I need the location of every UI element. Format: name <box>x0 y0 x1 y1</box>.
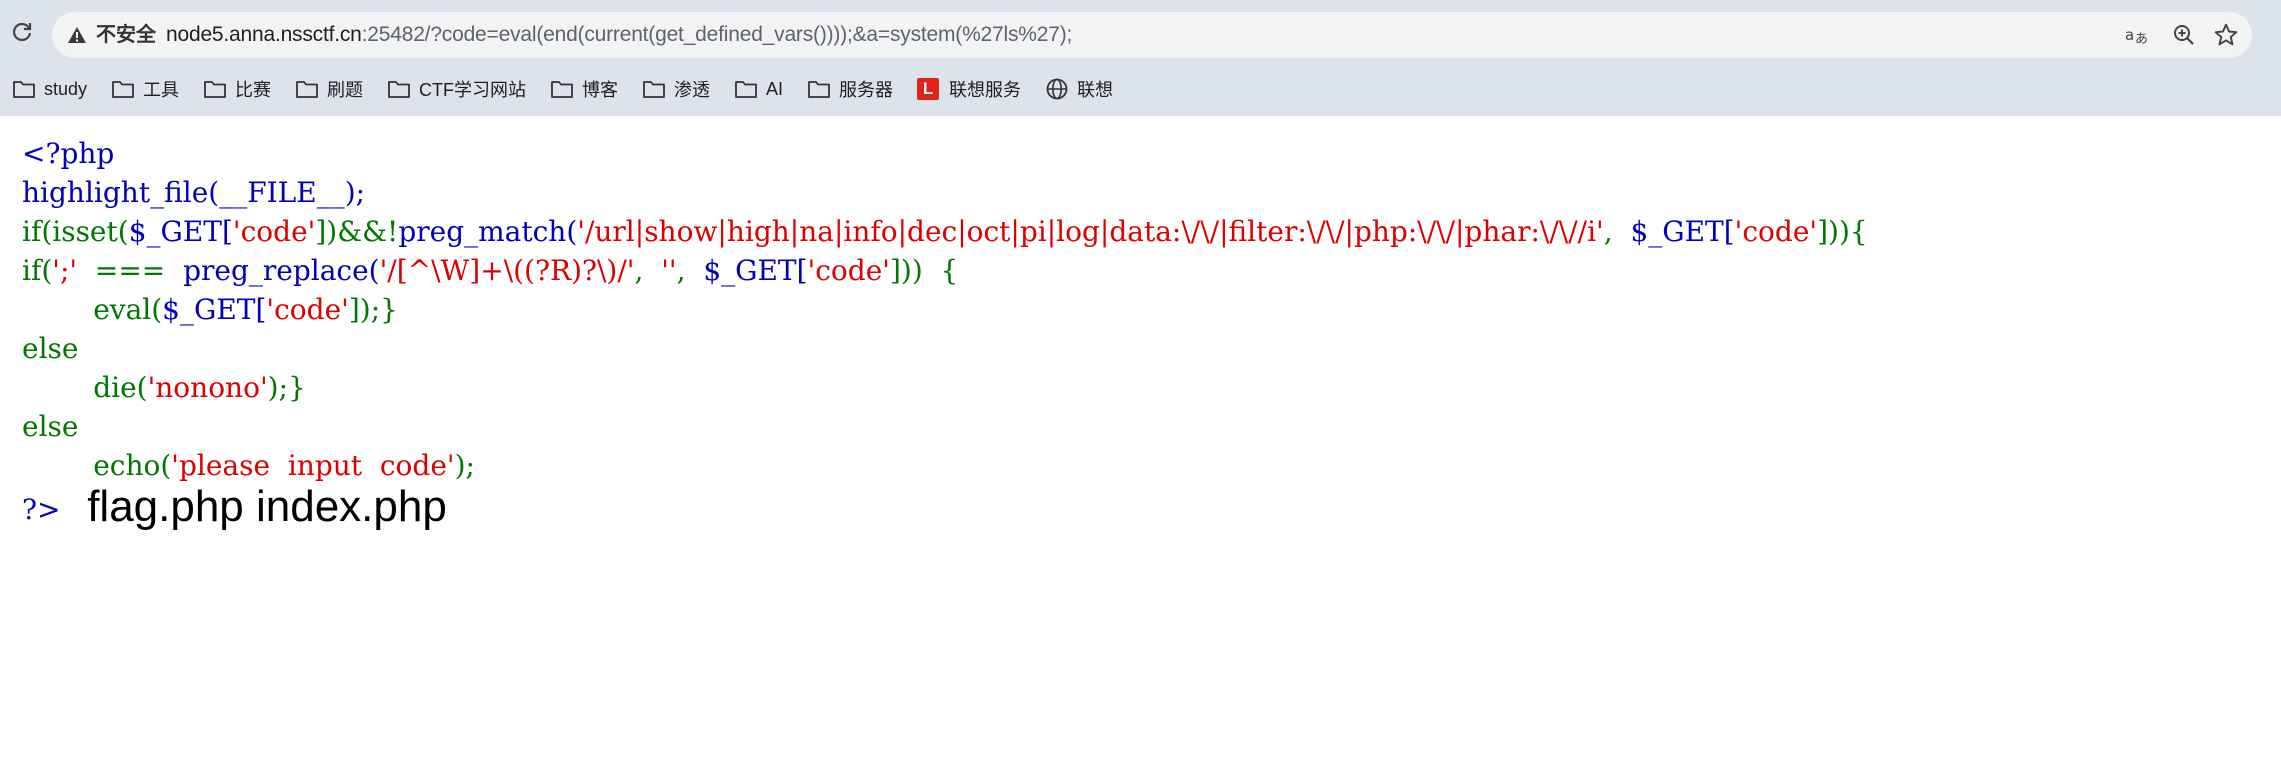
bookmark-label: AI <box>766 78 784 99</box>
bookmark-label: 服务器 <box>839 80 894 100</box>
bookmark-study[interactable]: study <box>0 72 95 106</box>
browser-chrome: 不安全 node5.anna.nssctf.cn:25482/?code=eva… <box>0 0 2281 116</box>
bookmark-label: 工具 <box>143 80 180 100</box>
folder-icon <box>550 77 578 101</box>
url-host: node5.anna.nssctf.cn <box>166 23 362 46</box>
code-line: eval($_GET['code']);} <box>22 293 398 326</box>
warning-icon[interactable] <box>64 22 90 48</box>
code-line: <?php <box>22 137 115 170</box>
reload-icon[interactable] <box>8 18 36 46</box>
folder-icon <box>12 77 40 101</box>
folder-icon <box>387 77 415 101</box>
folder-icon <box>642 77 670 101</box>
bookmark-servers[interactable]: 服务器 <box>795 72 901 106</box>
bookmark-label: CTF学习网站 <box>419 80 527 100</box>
code-line: echo('please input code'); <box>22 449 475 482</box>
code-line: else <box>22 332 79 365</box>
not-secure-label[interactable]: 不安全 <box>96 22 156 48</box>
bookmark-practice[interactable]: 刷题 <box>283 72 371 106</box>
php-source: <?php highlight_file(__FILE__); if(isset… <box>22 134 1868 529</box>
folder-icon <box>203 77 231 101</box>
code-line: ?> <box>22 493 61 526</box>
bookmark-competitions[interactable]: 比赛 <box>191 72 279 106</box>
bookmark-label: 联想 <box>1077 80 1114 100</box>
globe-icon <box>1045 77 1073 101</box>
bookmark-label: study <box>44 78 88 99</box>
bookmark-pentest[interactable]: 渗透 <box>630 72 718 106</box>
bookmark-blog[interactable]: 博客 <box>538 72 626 106</box>
bookmark-ai[interactable]: AI <box>722 72 791 106</box>
url-text[interactable]: node5.anna.nssctf.cn:25482/?code=eval(en… <box>166 22 1072 48</box>
bookmark-label: 比赛 <box>235 80 272 100</box>
folder-icon <box>111 77 139 101</box>
address-bar[interactable]: 不安全 node5.anna.nssctf.cn:25482/?code=eva… <box>52 12 2252 58</box>
bookmark-lenovo-service[interactable]: L 联想服务 <box>905 72 1029 106</box>
url-path: :25482/?code=eval(end(current(get_define… <box>361 23 1073 46</box>
bookmark-ctf-sites[interactable]: CTF学习网站 <box>375 72 534 106</box>
code-line: highlight_file(__FILE__); <box>22 176 366 209</box>
folder-icon <box>734 77 762 101</box>
page-content: <?php highlight_file(__FILE__); if(isset… <box>0 116 2281 780</box>
bookmark-tools[interactable]: 工具 <box>99 72 187 106</box>
svg-text:a: a <box>2125 26 2134 44</box>
translate-icon[interactable]: aあ <box>2124 21 2152 49</box>
bookmark-label: 博客 <box>582 80 619 100</box>
folder-icon <box>807 77 835 101</box>
command-output: flag.php index.php <box>87 482 447 531</box>
bookmarks-bar: study 工具 比赛 刷题 CTF学习网站 博客 渗透 AI 服务器 L 联想… <box>0 70 2281 108</box>
zoom-icon[interactable] <box>2170 21 2198 49</box>
bookmark-label: 刷题 <box>327 80 364 100</box>
svg-text:あ: あ <box>2135 32 2148 46</box>
bookmark-lenovo[interactable]: 联想 <box>1033 72 1121 106</box>
code-line: if(';' === preg_replace('/[^\W]+\((?R)?\… <box>22 254 959 287</box>
code-line: else <box>22 410 79 443</box>
bookmark-label: 联想服务 <box>949 80 1022 100</box>
code-line: if(isset($_GET['code'])&&!preg_match('/u… <box>22 215 1868 248</box>
lenovo-l-icon: L <box>917 77 945 101</box>
star-icon[interactable] <box>2212 21 2240 49</box>
bookmark-label: 渗透 <box>674 80 711 100</box>
folder-icon <box>295 77 323 101</box>
code-line: die('nonono');} <box>22 371 306 404</box>
